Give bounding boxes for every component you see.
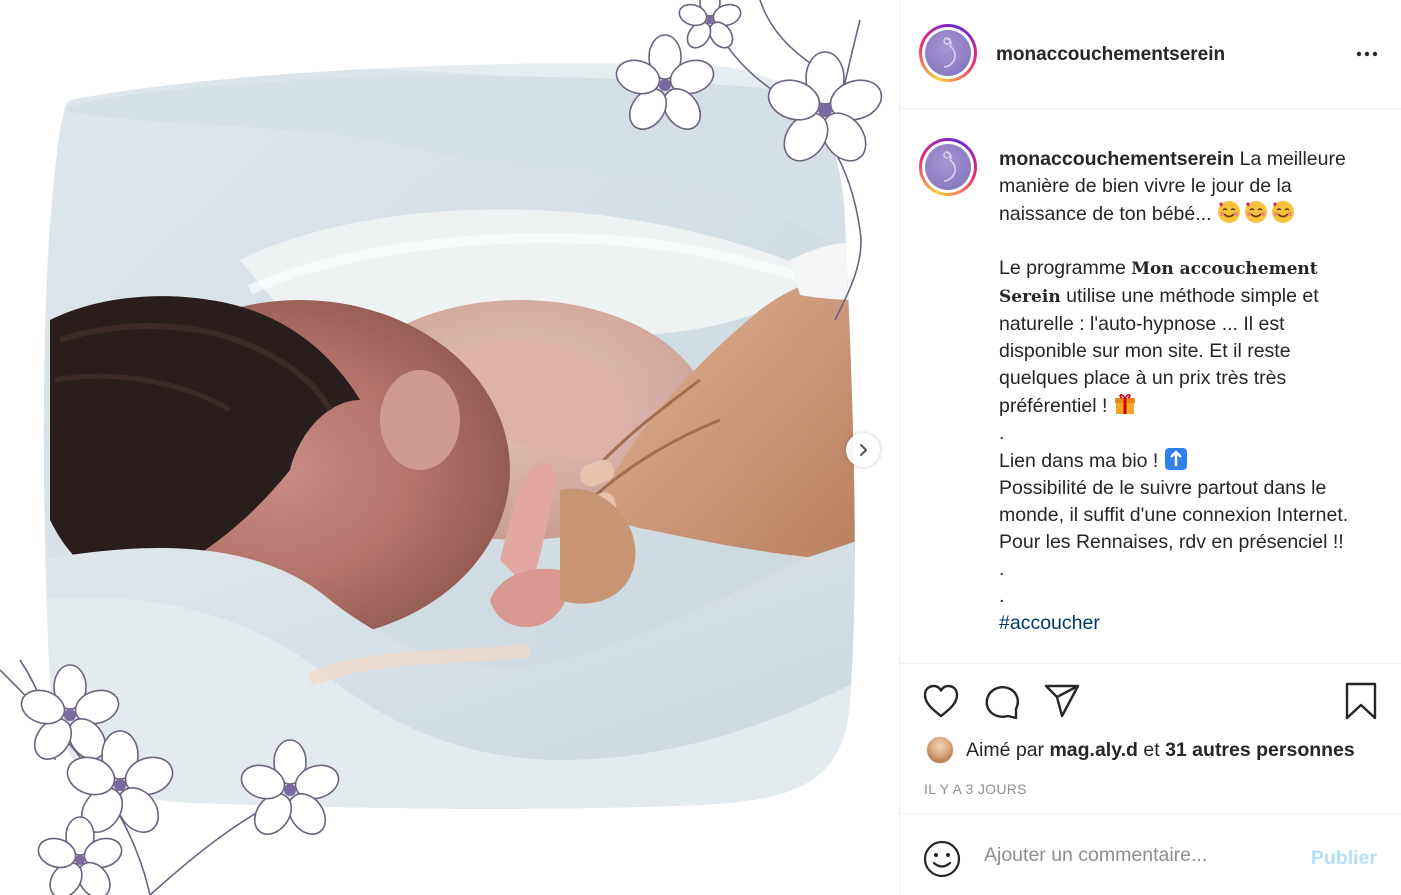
avatar[interactable]: [919, 24, 977, 82]
add-comment-bar: Publier: [900, 813, 1401, 895]
comment-input[interactable]: [984, 844, 1284, 867]
smiling-face-with-hearts-icon: [1217, 200, 1241, 224]
likes-summary: Aimé par mag.aly.d et 31 autres personne…: [926, 736, 1355, 764]
hashtag-link[interactable]: #accoucher: [999, 610, 1369, 637]
post-actions: Aimé par mag.aly.d et 31 autres personne…: [900, 663, 1401, 813]
baby-photo-illustration: [0, 0, 883, 895]
comment-bubble-icon: [985, 686, 1019, 720]
chevron-right-icon: [860, 444, 867, 456]
paper-plane-icon: [1044, 684, 1080, 718]
caption-paragraph-program: Le programme Mon accouchement Serein uti…: [999, 257, 1319, 417]
up-arrow-icon: [1164, 447, 1188, 471]
save-button[interactable]: [1343, 681, 1379, 726]
liker-avatar[interactable]: [926, 736, 954, 764]
post-header: monaccouchementserein: [900, 0, 1401, 109]
next-image-button[interactable]: [846, 433, 880, 467]
bookmark-icon: [1345, 682, 1377, 720]
post-author-username[interactable]: monaccouchementserein: [996, 44, 1225, 66]
more-options-button[interactable]: [1355, 42, 1379, 71]
smiling-face-with-hearts-icon: [1244, 200, 1268, 224]
caption-dot: .: [999, 422, 1005, 444]
caption-paragraph-link: Lien dans ma bio !: [999, 447, 1369, 475]
gift-icon: [1113, 392, 1137, 416]
smiling-face-with-hearts-icon: [1271, 200, 1295, 224]
like-button[interactable]: [922, 683, 960, 724]
post-timestamp[interactable]: IL Y A 3 JOURS: [924, 781, 1027, 797]
liker-username[interactable]: mag.aly.d: [1049, 739, 1138, 761]
caption-avatar[interactable]: [919, 138, 977, 196]
pregnant-silhouette-icon: [925, 30, 971, 76]
caption-username[interactable]: monaccouchementserein: [999, 148, 1234, 170]
emoji-picker-button[interactable]: [922, 839, 962, 884]
caption-text: monaccouchementserein La meilleure maniè…: [999, 146, 1369, 637]
caption-dot: .: [999, 558, 1005, 580]
heart-icon: [923, 684, 959, 718]
caption-paragraph-online: Possibilité de le suivre partout dans le…: [999, 477, 1349, 553]
likes-others-link[interactable]: 31 autres personnes: [1165, 739, 1355, 761]
comment-button[interactable]: [983, 683, 1021, 726]
post-image[interactable]: [0, 0, 899, 895]
smiley-icon: [923, 840, 961, 878]
likes-text: Aimé par mag.aly.d et 31 autres personne…: [966, 738, 1355, 761]
publish-button[interactable]: Publier: [1311, 847, 1377, 870]
more-dots-icon: [1356, 51, 1378, 57]
pregnant-silhouette-icon: [925, 144, 971, 190]
post-side-panel: monaccouchementserein monaccouchementser…: [899, 0, 1401, 895]
caption-dot: .: [999, 585, 1005, 607]
caption-section: monaccouchementserein La meilleure maniè…: [900, 110, 1401, 663]
share-button[interactable]: [1043, 683, 1081, 724]
